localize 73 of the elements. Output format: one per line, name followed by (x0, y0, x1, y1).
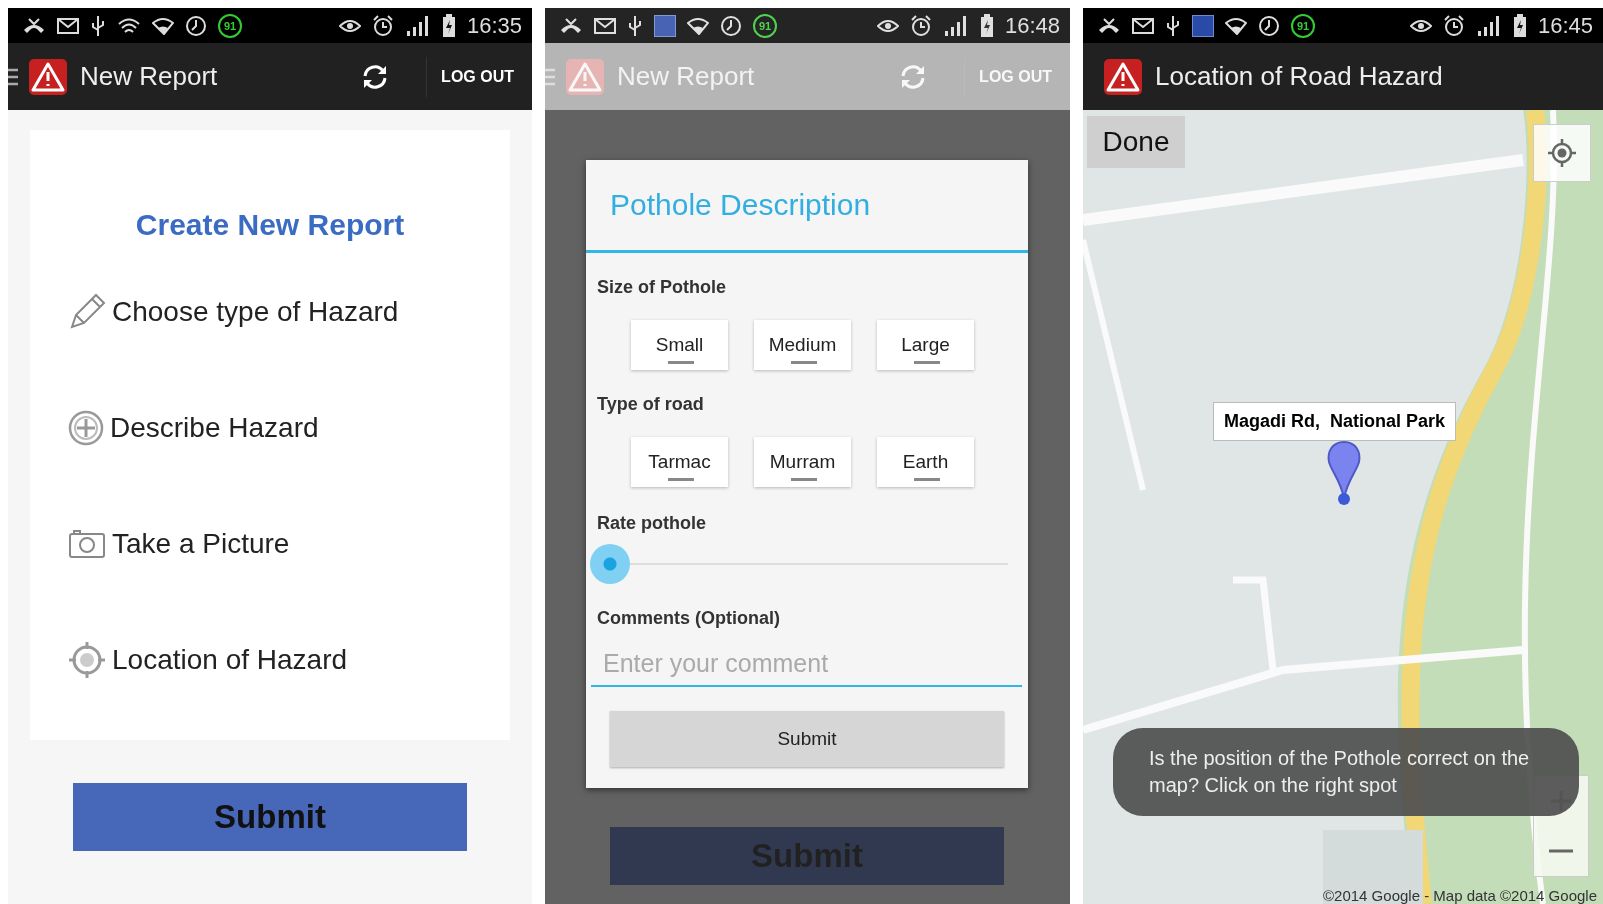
mail-icon (1132, 17, 1154, 34)
missed-call-icon (559, 15, 583, 36)
battery-icon (979, 13, 994, 38)
option-button[interactable]: Medium (754, 320, 851, 370)
card-heading: Create New Report (134, 208, 406, 242)
warning-icon (565, 57, 605, 96)
missed-call-icon (1097, 15, 1121, 36)
option-button[interactable]: Small (631, 320, 728, 370)
notification-badge: 91 (753, 13, 777, 38)
missed-call-icon (22, 15, 46, 36)
menu-icon[interactable] (8, 67, 18, 86)
warning-icon (1103, 57, 1143, 96)
hint-toast: Is the position of the Pothole correct on the map? Click on the right spot (1113, 728, 1579, 816)
menu-item[interactable]: Choose type of Hazard (112, 296, 399, 328)
crosshair-icon (1547, 138, 1577, 168)
field-label: Size of Pothole (597, 277, 726, 298)
logout-button[interactable]: LOG OUT (441, 67, 514, 86)
signal-icon (1475, 14, 1502, 37)
app-title: New Report (617, 61, 755, 92)
eye-icon (1409, 18, 1432, 33)
alarm-icon (1442, 14, 1465, 37)
pencil-icon (68, 293, 106, 331)
map-pin-icon (1326, 440, 1362, 506)
field-label: Type of road (597, 394, 704, 415)
field-label: Rate pothole (597, 513, 706, 534)
eye-icon (338, 18, 361, 33)
clock-icon (1258, 14, 1280, 37)
warning-icon (28, 57, 68, 96)
option-button[interactable]: Earth (877, 437, 974, 487)
app-title: Location of Road Hazard (1155, 61, 1443, 92)
menu-item[interactable]: Describe Hazard (110, 412, 319, 444)
done-button[interactable]: Done (1087, 116, 1185, 168)
comment-field[interactable]: Enter your comment (591, 641, 1022, 687)
submit-button[interactable]: Submit (73, 783, 467, 851)
clock-icon (720, 14, 742, 37)
status-time: 16:48 (1004, 12, 1060, 39)
marker-label: Magadi Rd, National Park (1213, 402, 1457, 441)
slider-thumb[interactable] (590, 544, 630, 584)
signal-icon (942, 14, 969, 37)
wifi-icon (152, 16, 174, 35)
option-button[interactable]: Murram (754, 437, 851, 487)
field-label: Comments (Optional) (597, 608, 780, 629)
wifi-icon (1225, 16, 1247, 35)
status-time: 16:35 (466, 12, 522, 39)
notification-badge: 91 (218, 13, 242, 38)
battery-icon (1512, 13, 1527, 38)
menu-item[interactable]: Location of Hazard (112, 644, 348, 676)
app-title: New Report (80, 61, 218, 92)
dialog-title: Pothole Description (586, 160, 1028, 253)
mail-icon (57, 17, 79, 34)
crosshair-icon (68, 641, 106, 679)
minus-icon (1549, 848, 1573, 854)
battery-icon (441, 13, 456, 38)
alarm-icon (371, 14, 394, 37)
usb-icon (1165, 14, 1181, 37)
camera-icon (68, 529, 106, 559)
map-attribution: ©2014 Google - Map data ©2014 Google (1323, 887, 1597, 904)
submit-button[interactable]: Submit (610, 711, 1004, 767)
menu-item[interactable]: Take a Picture (112, 528, 290, 560)
option-button[interactable]: Tarmac (631, 437, 728, 487)
usb-icon (90, 14, 106, 37)
wifi-icon (687, 16, 709, 35)
plus-circle-icon (68, 410, 104, 446)
signal-icon (404, 14, 431, 37)
clock-icon (185, 14, 207, 37)
eye-icon (876, 18, 899, 33)
my-location-button[interactable] (1533, 124, 1591, 182)
status-time: 16:45 (1537, 12, 1593, 39)
notification-badge: 91 (1291, 13, 1315, 38)
usb-icon (627, 14, 643, 37)
alarm-icon (909, 14, 932, 37)
mail-icon (594, 17, 616, 34)
option-button[interactable]: Large (877, 320, 974, 370)
